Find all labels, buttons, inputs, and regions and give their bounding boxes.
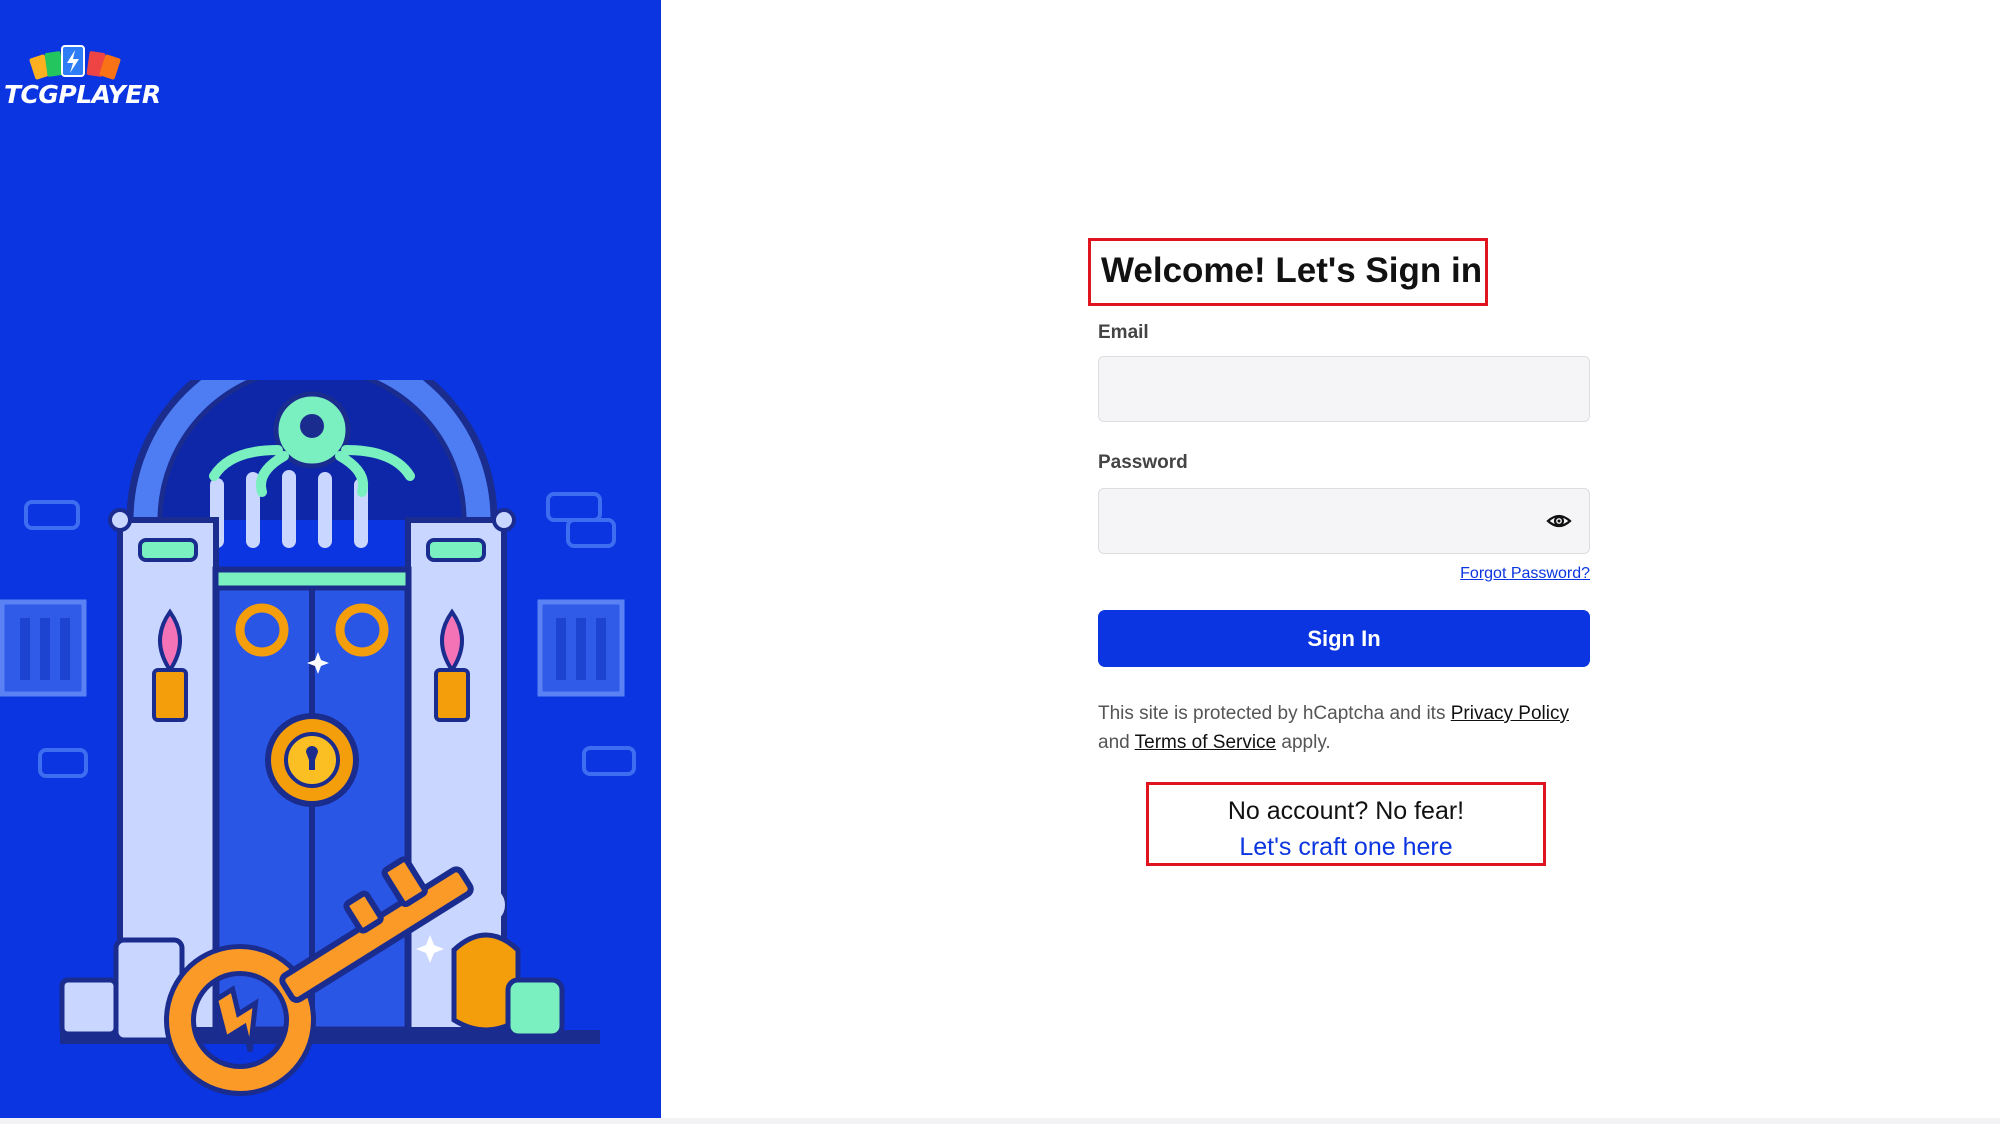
title-highlight: Welcome! Let's Sign in	[1088, 238, 1488, 306]
dungeon-door-illustration	[0, 380, 636, 1096]
sign-in-page: TCGPLAYER Welcome! Let's Sign in Email P…	[0, 0, 2000, 1124]
create-account-link[interactable]: Let's craft one here	[1149, 833, 1543, 862]
password-label: Password	[1098, 452, 1188, 473]
page-title: Welcome! Let's Sign in	[1101, 251, 1483, 290]
create-account-highlight: No account? No fear! Let's craft one her…	[1146, 782, 1546, 866]
no-account-text: No account? No fear!	[1227, 797, 1465, 825]
logo-cards-icon	[29, 45, 121, 80]
captcha-notice: This site is protected by hCaptcha and i…	[1098, 699, 1590, 757]
email-input[interactable]	[1098, 356, 1590, 422]
password-input[interactable]	[1098, 488, 1590, 554]
tcgplayer-logo[interactable]: TCGPLAYER	[4, 42, 161, 112]
bottom-edge	[0, 1118, 2000, 1124]
logo-wordmark: TCGPLAYER	[4, 80, 161, 109]
eye-icon[interactable]	[1546, 509, 1572, 533]
privacy-policy-link[interactable]: Privacy Policy	[1451, 703, 1569, 724]
terms-of-service-link[interactable]: Terms of Service	[1135, 732, 1276, 753]
sign-in-button[interactable]: Sign In	[1098, 610, 1590, 667]
captcha-and: and	[1098, 732, 1135, 753]
forgot-password-link[interactable]: Forgot Password?	[1460, 565, 1590, 583]
captcha-suffix: apply.	[1276, 732, 1331, 753]
captcha-prefix: This site is protected by hCaptcha and i…	[1098, 703, 1451, 724]
email-label: Email	[1098, 322, 1149, 343]
brand-panel: TCGPLAYER	[0, 0, 661, 1118]
